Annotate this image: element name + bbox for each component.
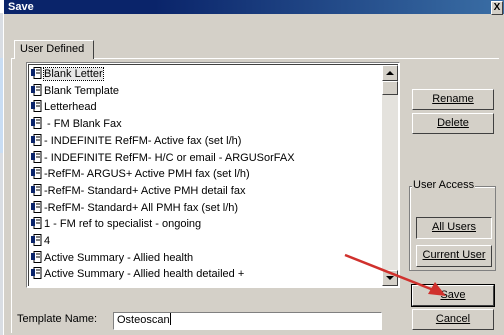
list-item[interactable]: Letterhead	[31, 99, 97, 115]
list-item[interactable]: - FM Blank Fax	[31, 116, 122, 132]
template-list-inner: Active Summary - Allied health detailed …	[28, 64, 398, 286]
scroll-up-button[interactable]	[382, 65, 398, 81]
document-icon	[31, 83, 42, 96]
save-button[interactable]: Save	[411, 284, 495, 307]
arrow-up-icon	[386, 71, 394, 75]
delete-button[interactable]: Delete	[412, 113, 494, 134]
list-item-label: Letterhead	[44, 101, 97, 114]
document-icon	[31, 133, 42, 146]
document-icon	[31, 200, 42, 213]
list-item[interactable]: -RefFM- Standard+ All PMH fax (set l/h)	[31, 200, 238, 216]
tab-user-defined[interactable]: User Defined	[14, 40, 94, 59]
document-icon	[31, 117, 42, 130]
document-icon	[31, 167, 42, 180]
list-item-label: -RefFM- Standard+ All PMH fax (set l/h)	[44, 201, 239, 214]
document-icon	[31, 234, 42, 246]
list-item-label: -RefFM- Standard+ Active PMH detail fax	[44, 184, 246, 197]
template-name-input[interactable]: Osteoscan	[113, 312, 382, 330]
document-icon	[31, 150, 42, 163]
rename-button[interactable]: Rename	[412, 89, 494, 110]
text-caret	[169, 313, 171, 325]
list-item-label: - FM Blank Fax	[44, 118, 122, 131]
list-item-label: - INDEFINITE RefFM- Active fax (set l/h)	[44, 134, 242, 147]
document-icon	[31, 250, 42, 263]
title-bar[interactable]: Save X	[4, 0, 504, 15]
list-item[interactable]: -RefFM- Standard+ Active PMH detail fax	[31, 183, 245, 199]
list-item[interactable]: 1 - FM ref to specialist - ongoing	[31, 216, 201, 232]
template-name-value: Osteoscan	[117, 314, 170, 326]
document-icon	[31, 183, 42, 196]
arrow-down-icon	[386, 276, 394, 280]
close-button[interactable]: X	[491, 1, 503, 15]
list-item-label: Blank Template	[44, 84, 120, 97]
list-item[interactable]: Active Summary - Allied health	[31, 250, 193, 266]
document-icon	[31, 267, 42, 280]
template-list[interactable]: Active Summary - Allied health detailed …	[26, 62, 400, 288]
template-name-label: Template Name:	[17, 313, 98, 325]
scroll-thumb[interactable]	[382, 81, 398, 95]
list-item[interactable]: 4	[31, 233, 50, 249]
scroll-down-button[interactable]	[382, 270, 398, 286]
list-item[interactable]: - INDEFINITE RefFM- H/C or email - ARGUS…	[31, 150, 295, 166]
close-icon: X	[493, 2, 501, 13]
list-item-label: Active Summary - Allied health detailed …	[44, 268, 245, 281]
list-item[interactable]: -RefFM- ARGUS+ Active PMH fax (set l/h)	[31, 166, 250, 182]
dialog-title: Save	[8, 1, 34, 13]
document-icon	[31, 67, 42, 79]
document-icon	[31, 100, 42, 113]
list-item[interactable]: Blank Template	[31, 83, 119, 99]
cancel-button[interactable]: Cancel	[412, 309, 494, 330]
list-item-label: -RefFM- ARGUS+ Active PMH fax (set l/h)	[44, 168, 250, 181]
list-item[interactable]: - INDEFINITE RefFM- Active fax (set l/h)	[31, 133, 241, 149]
document-icon	[31, 217, 42, 230]
list-item[interactable]: Blank Letter	[31, 66, 104, 82]
all-users-button[interactable]: All Users	[416, 217, 492, 239]
user-access-label: User Access	[412, 179, 476, 191]
list-item-label: 4	[44, 235, 51, 247]
list-item-label: Blank Letter	[43, 67, 104, 81]
vertical-scrollbar[interactable]	[382, 65, 398, 286]
list-item-label: - INDEFINITE RefFM- H/C or email - ARGUS…	[44, 151, 295, 164]
list-item-label: 1 - FM ref to specialist - ongoing	[44, 218, 202, 231]
list-item-label: Active Summary - Allied health	[44, 251, 194, 264]
list-item[interactable]: Active Summary - Allied health detailed …	[31, 266, 244, 282]
current-user-button[interactable]: Current User	[416, 245, 492, 267]
